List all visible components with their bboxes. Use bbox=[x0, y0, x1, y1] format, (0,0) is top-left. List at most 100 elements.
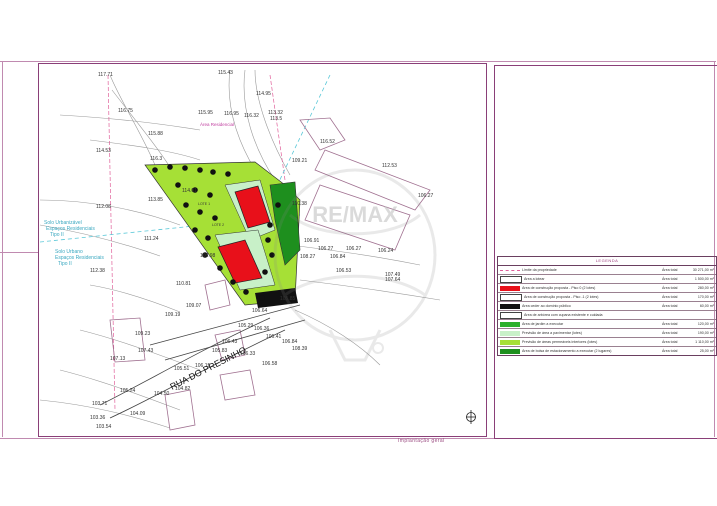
legend-row: Área de construção proposta - Piso -1 (2… bbox=[498, 293, 716, 302]
drawing-title-label: Implantação geral bbox=[398, 438, 445, 444]
elevation-label: 114.95 bbox=[256, 91, 271, 97]
elevation-label: 116.32 bbox=[244, 113, 259, 119]
legend-label: Área de construção proposta - Piso 0 (2 … bbox=[522, 286, 596, 290]
legend-label: Previsão de áreas permeáveis interiores … bbox=[522, 340, 598, 344]
legend-swatch bbox=[500, 275, 522, 283]
elevation-label: 105.29 bbox=[238, 323, 254, 329]
elevation-label: 107.43 bbox=[138, 348, 154, 354]
legend-row: Limite da propriedade Área total 30 271,00… bbox=[498, 266, 716, 275]
legend-row: Área a lotear Área total 1 500,00 m² bbox=[498, 275, 716, 284]
legend-row: Área ceder ao domínio público Área total 6… bbox=[498, 302, 716, 311]
elevation-label: 106.27 bbox=[318, 246, 334, 252]
legend-label: Previsão de área a pavimentar (lotes) bbox=[522, 331, 582, 335]
legend-swatch bbox=[500, 293, 522, 301]
elevation-label: 114.01 bbox=[182, 188, 197, 194]
elevation-label: 106.33 bbox=[240, 351, 256, 357]
legend-value: 120,00 m² bbox=[697, 322, 714, 326]
elevation-label: 107.64 bbox=[385, 277, 401, 283]
elevation-label: 110.81 bbox=[176, 281, 191, 287]
elevation-label: 104.09 bbox=[130, 411, 146, 417]
legend-label: Área de jardim a executar bbox=[522, 322, 564, 326]
legend-label: Área a lotear bbox=[524, 277, 545, 281]
legend-swatch bbox=[500, 311, 522, 319]
elevation-label: 117.71 bbox=[98, 72, 113, 78]
legend-column-label: Área total bbox=[662, 277, 678, 281]
elevation-label: 107.13 bbox=[110, 356, 126, 362]
remax-balloon-watermark bbox=[273, 168, 437, 362]
legend-value: 170,00 m² bbox=[697, 295, 714, 299]
legend-column-label: Área total bbox=[662, 349, 678, 353]
elevation-label: 109.21 bbox=[292, 158, 308, 164]
elevation-label: 116.95 bbox=[224, 111, 239, 117]
elevation-label: 106.84 bbox=[282, 339, 298, 345]
legend-column-label: Área total bbox=[662, 331, 678, 335]
elevation-label: 106.43 bbox=[222, 339, 238, 345]
legend-label: Área de arbórea com cupana existente e c… bbox=[524, 313, 603, 317]
elevation-label: 109.19 bbox=[165, 312, 181, 318]
elevation-label: 113.85 bbox=[148, 197, 163, 203]
elevation-label: 113.5 bbox=[270, 116, 282, 122]
elevation-label: 104.50 bbox=[154, 391, 170, 397]
elevation-label: 106.27 bbox=[418, 193, 434, 199]
svg-text:Tipo II: Tipo II bbox=[58, 261, 72, 267]
elevation-label: 114.53 bbox=[96, 148, 111, 154]
legend-row: Área de construção proposta - Piso 0 (2 … bbox=[498, 284, 716, 293]
elevation-label: 115.43 bbox=[218, 70, 233, 76]
elevation-label: 109.23 bbox=[135, 331, 151, 337]
legend-swatch bbox=[500, 303, 520, 309]
elevation-label: 103.71 bbox=[92, 401, 108, 407]
elevation-label: 103.36 bbox=[90, 415, 106, 421]
elevation-label: 106.84 bbox=[330, 254, 346, 260]
legend-column-label: Área total bbox=[662, 322, 678, 326]
legend-value: 1 500,00 m² bbox=[694, 277, 714, 281]
legend-row: Previsão de área a pavimentar (lotes) Áre… bbox=[498, 329, 716, 338]
elevation-label: 111.24 bbox=[144, 236, 159, 242]
legend-column-label: Área total bbox=[662, 304, 678, 308]
elevation-label: 112.38 bbox=[90, 268, 105, 274]
legend-swatch bbox=[500, 330, 520, 336]
legend-swatch bbox=[500, 348, 520, 354]
legend-value: 190,00 m² bbox=[697, 331, 714, 335]
elevation-label: 110.38 bbox=[292, 201, 307, 207]
elevation-label: 115.95 bbox=[198, 110, 213, 116]
elevation-label: 112.53 bbox=[382, 163, 397, 169]
elevation-label: 108.27 bbox=[300, 254, 316, 260]
legend-value: 60,00 m² bbox=[699, 304, 714, 308]
elevation-label: 106.27 bbox=[346, 246, 362, 252]
legend-column-label: Área total bbox=[662, 268, 678, 272]
north-arrow-icon bbox=[466, 410, 476, 424]
elevation-label: 106.36 bbox=[254, 326, 270, 332]
legend-swatch bbox=[500, 321, 520, 327]
elevation-label: 103.54 bbox=[96, 424, 112, 430]
elevation-label: 115.88 bbox=[148, 131, 163, 137]
legend-column-label: Área total bbox=[662, 295, 678, 299]
legend-label: Área de bolsa de estacionamento a execut… bbox=[522, 349, 612, 353]
legend-swatch bbox=[500, 270, 520, 271]
elevation-label: 108.39 bbox=[292, 346, 308, 352]
legend-column-label: Área total bbox=[662, 340, 678, 344]
legend-value: 25,00 m² bbox=[699, 349, 714, 353]
elevation-label: 109.07 bbox=[186, 303, 202, 309]
legend-table: LEGENDA Limite da propriedade Área total 3… bbox=[497, 256, 717, 356]
legend-rows: Limite da propriedade Área total 30 271,00… bbox=[498, 266, 716, 355]
elevation-label: 105.83 bbox=[212, 348, 228, 354]
legend-value: 1 110,00 m² bbox=[695, 340, 714, 344]
elevation-label: 106.98 bbox=[200, 253, 216, 259]
legend-row: Área de arbórea com cupana existente e c… bbox=[498, 311, 716, 320]
elevation-label: 105.51 bbox=[174, 366, 190, 372]
elevation-label: 104.82 bbox=[175, 386, 191, 392]
legend-value: 280,00 m² bbox=[697, 286, 714, 290]
svg-text:Tipo II: Tipo II bbox=[50, 232, 64, 238]
elevation-label: 105.85 bbox=[280, 296, 296, 302]
elevation-label: 106.58 bbox=[262, 361, 278, 367]
zone-labels: Solo Urbanizável Espaços Residenciais Ti… bbox=[44, 220, 104, 267]
lot-2-label: LOTE 2 bbox=[212, 223, 224, 227]
elevation-label: 106.53 bbox=[336, 268, 352, 274]
legend-title: LEGENDA bbox=[498, 257, 716, 266]
legend-swatch bbox=[500, 339, 520, 345]
elevation-label: 112.08 bbox=[96, 204, 111, 210]
legend-label: Área de construção proposta - Piso -1 (2… bbox=[524, 295, 599, 299]
legend-column-label: Área total bbox=[662, 286, 678, 290]
legend-value: 30 271,00 m² bbox=[692, 268, 714, 272]
elevation-label: 106.41 bbox=[266, 334, 282, 340]
